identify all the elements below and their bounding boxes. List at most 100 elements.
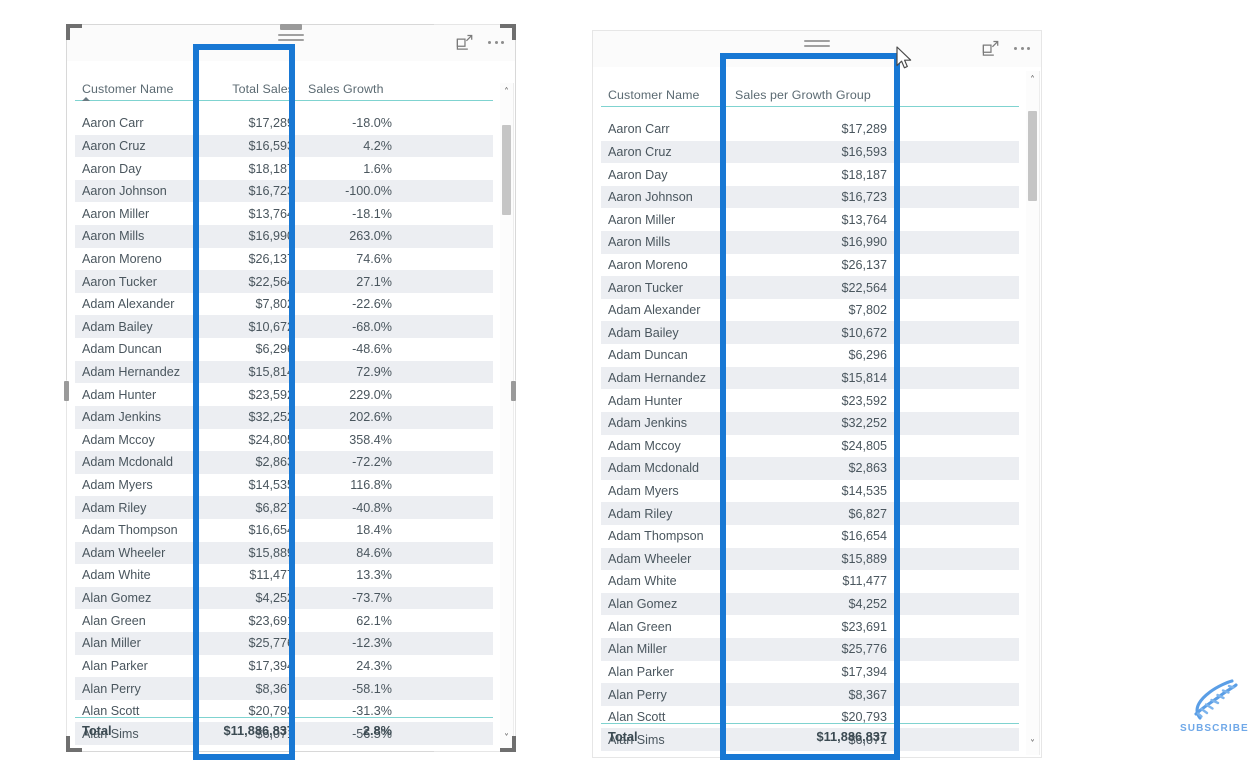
table-row[interactable]: Adam Hunter $23,592 [601, 389, 1019, 412]
table-row[interactable]: Alan Miller $25,776 [601, 638, 1019, 661]
table-row[interactable]: Aaron Carr $17,289 [601, 118, 1019, 141]
selection-handle-top-left[interactable] [66, 24, 82, 40]
table-row[interactable]: Aaron Mills $16,990 263.0% [75, 225, 493, 248]
left-table-visual[interactable]: Customer Name Total Sales Sales Growth A… [66, 24, 516, 752]
selection-handle-right-middle[interactable] [511, 381, 516, 401]
table-row[interactable]: Adam Bailey $10,672 -68.0% [75, 315, 493, 339]
scroll-up-chevron-icon[interactable]: ˄ [500, 88, 513, 98]
table-row[interactable]: Alan Parker $17,394 24.3% [75, 655, 493, 678]
table-row[interactable]: Adam Duncan $6,296 -48.6% [75, 338, 493, 361]
cell-customer-name: Adam Myers [82, 478, 153, 493]
table-row[interactable]: Aaron Moreno $26,137 74.6% [75, 248, 493, 271]
table-row[interactable]: Adam Thompson $16,654 18.4% [75, 519, 493, 542]
cell-sales-per-growth-group: $23,592 [841, 393, 887, 408]
selection-handle-top-middle[interactable] [280, 24, 302, 30]
cell-customer-name: Adam Hernandez [82, 365, 181, 379]
left-table-body[interactable]: Aaron Carr $17,289 -18.0% Aaron Cruz $16,593… [75, 112, 493, 746]
more-options-icon[interactable] [1013, 40, 1031, 57]
right-table-body[interactable]: Aaron Carr $17,289 Aaron Cruz $16,593 Aaron … [601, 118, 1019, 752]
table-row[interactable]: Adam Wheeler $15,889 [601, 547, 1019, 571]
selection-handle-bottom-right[interactable] [500, 736, 516, 752]
table-row[interactable]: Adam Alexander $7,802 -22.6% [75, 293, 493, 316]
cell-customer-name: Alan Miller [82, 636, 141, 651]
table-row[interactable]: Adam Bailey $10,672 [601, 321, 1019, 345]
selection-handle-bottom-left[interactable] [66, 736, 82, 752]
column-header-sales-growth[interactable]: Sales Growth [301, 82, 399, 96]
table-row[interactable]: Alan Miller $25,776 -12.3% [75, 632, 493, 655]
table-row[interactable]: Adam Wheeler $15,889 84.6% [75, 541, 493, 565]
cell-sales-growth: 74.6% [356, 251, 392, 266]
table-row[interactable]: Adam White $11,477 [601, 570, 1019, 593]
table-row[interactable]: Aaron Day $18,187 [601, 163, 1019, 186]
column-header-total-sales[interactable]: Total Sales [202, 82, 301, 96]
table-row-partial[interactable]: Alan Turner$14,518 [601, 751, 1019, 752]
scrollbar-thumb[interactable] [502, 125, 511, 215]
table-row[interactable]: Adam Riley $6,827 [601, 502, 1019, 525]
cell-customer-name: Adam Hunter [82, 387, 157, 402]
table-row[interactable]: Aaron Miller $13,764 [601, 208, 1019, 231]
cell-sales-per-growth-group: $16,723 [841, 190, 887, 205]
column-header-sales-per-growth-group[interactable]: Sales per Growth Group [728, 88, 894, 102]
table-row[interactable]: Aaron Tucker $22,564 27.1% [75, 270, 493, 293]
table-row[interactable]: Adam Hernandez $15,814 [601, 366, 1019, 390]
table-row[interactable]: Aaron Johnson $16,723 [601, 185, 1019, 209]
table-row[interactable]: Adam Jenkins $32,252 202.6% [75, 405, 493, 429]
cell-total-sales: $24,805 [248, 432, 294, 447]
scroll-down-chevron-icon[interactable]: ˅ [1026, 740, 1039, 750]
column-header-customer-name[interactable]: Customer Name [601, 88, 728, 102]
right-table-vertical-scrollbar[interactable]: ˄ ˅ [1026, 71, 1040, 755]
column-header-customer-name[interactable]: Customer Name [75, 82, 202, 101]
table-row[interactable]: Alan Green $23,691 62.1% [75, 609, 493, 632]
table-row[interactable]: Adam Hunter $23,592 229.0% [75, 383, 493, 406]
cell-sales-per-growth-group: $18,187 [841, 167, 887, 182]
column-header-label: Sales per Growth Group [735, 88, 871, 102]
table-row[interactable]: Adam Mccoy $24,805 [601, 435, 1019, 458]
cell-total-sales: $26,137 [248, 251, 294, 266]
table-row[interactable]: Aaron Day $18,187 1.6% [75, 157, 493, 180]
drag-handle-icon[interactable] [278, 34, 304, 43]
table-row[interactable]: Alan Gomez $4,252 [601, 592, 1019, 616]
total-label: Total [608, 729, 638, 744]
table-row[interactable]: Adam Myers $14,535 116.8% [75, 474, 493, 497]
table-row[interactable]: Alan Perry $8,367 [601, 683, 1019, 706]
table-row[interactable]: Alan Parker $17,394 [601, 661, 1019, 684]
cell-sales-per-growth-group: $7,802 [848, 303, 887, 318]
table-row[interactable]: Adam Mcdonald $2,863 -72.2% [75, 451, 493, 474]
table-row[interactable]: Aaron Johnson $16,723 -100.0% [75, 179, 493, 203]
table-row[interactable]: Adam Riley $6,827 -40.8% [75, 496, 493, 519]
selection-handle-left-middle[interactable] [64, 381, 69, 401]
table-row-partial[interactable]: Alan Turner$14,518-4.2% [75, 745, 493, 746]
scrollbar-thumb[interactable] [1028, 111, 1037, 201]
table-row[interactable]: Aaron Carr $17,289 -18.0% [75, 112, 493, 135]
table-row[interactable]: Adam White $11,477 13.3% [75, 564, 493, 587]
cell-sales-growth: -22.6% [352, 297, 392, 312]
table-row[interactable]: Adam Jenkins $32,252 [601, 411, 1019, 435]
table-row[interactable]: Aaron Miller $13,764 -18.1% [75, 202, 493, 225]
left-table-vertical-scrollbar[interactable]: ˄ ˅ [500, 83, 514, 749]
table-row[interactable]: Adam Myers $14,535 [601, 480, 1019, 503]
table-row[interactable]: Alan Green $23,691 [601, 615, 1019, 638]
table-row[interactable]: Adam Thompson $16,654 [601, 525, 1019, 548]
cell-total-sales: $16,654 [248, 523, 294, 538]
table-row[interactable]: Adam Alexander $7,802 [601, 299, 1019, 322]
table-row[interactable]: Alan Gomez $4,252 -73.7% [75, 586, 493, 610]
table-row[interactable]: Aaron Moreno $26,137 [601, 254, 1019, 277]
focus-mode-icon[interactable] [981, 39, 1000, 58]
cell-customer-name: Adam White [82, 568, 151, 583]
table-row[interactable]: Adam Mccoy $24,805 358.4% [75, 429, 493, 452]
scroll-up-chevron-icon[interactable]: ˄ [1026, 76, 1039, 86]
table-row[interactable]: Alan Perry $8,367 -58.1% [75, 677, 493, 700]
focus-mode-icon[interactable] [455, 33, 474, 52]
drag-handle-icon[interactable] [804, 40, 830, 49]
table-row[interactable]: Adam Hernandez $15,814 72.9% [75, 360, 493, 384]
table-row[interactable]: Adam Duncan $6,296 [601, 344, 1019, 367]
table-row[interactable]: Aaron Mills $16,990 [601, 231, 1019, 254]
table-row[interactable]: Aaron Tucker $22,564 [601, 276, 1019, 299]
selection-handle-top-right[interactable] [500, 24, 516, 40]
right-table-visual[interactable]: Customer Name Sales per Growth Group Aar… [592, 30, 1042, 758]
table-row[interactable]: Aaron Cruz $16,593 [601, 140, 1019, 164]
table-row[interactable]: Aaron Cruz $16,593 4.2% [75, 134, 493, 158]
cell-customer-name: Adam Duncan [82, 342, 162, 357]
table-row[interactable]: Adam Mcdonald $2,863 [601, 457, 1019, 480]
cell-total-sales: $23,691 [248, 613, 294, 628]
